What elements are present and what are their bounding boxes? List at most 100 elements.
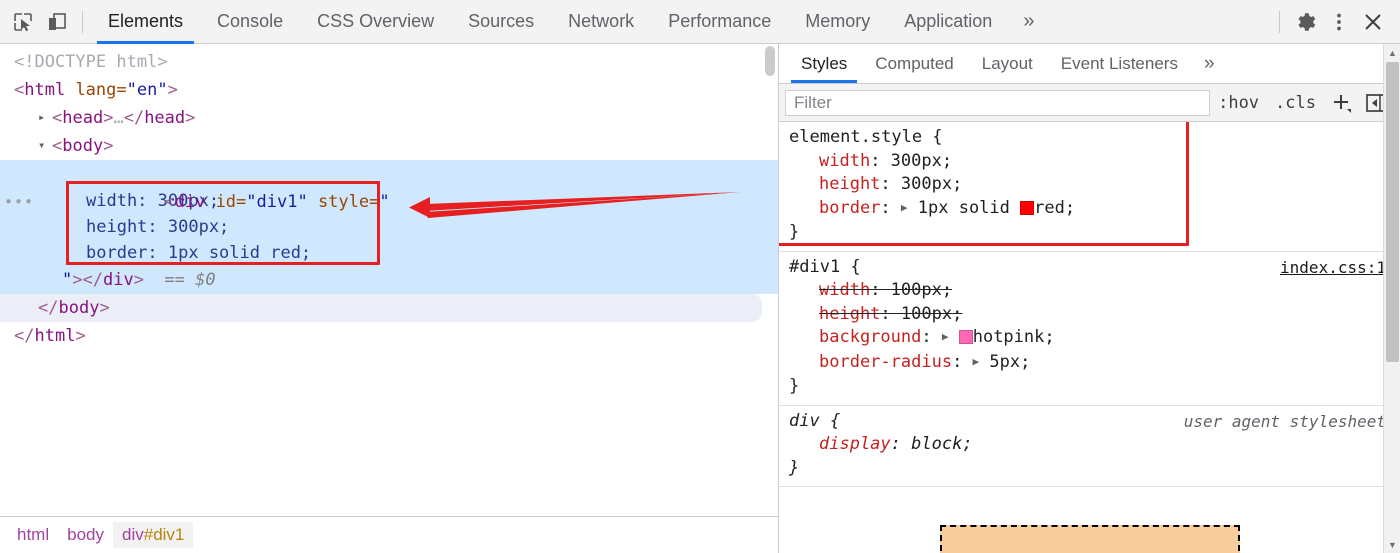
dom-node-body-open[interactable]: ▾ <body> <box>0 132 778 160</box>
rule-selector-element-style: element.style { <box>789 127 943 147</box>
decl-div1-width-overridden[interactable]: width: 100px; <box>789 279 1390 303</box>
device-toolbar-icon[interactable] <box>40 7 74 37</box>
breadcrumb-item-body[interactable]: body <box>58 522 113 548</box>
decl-div-display-value: block <box>911 434 963 454</box>
close-icon[interactable] <box>1356 7 1390 37</box>
breadcrumb-item-html-label: html <box>17 525 50 544</box>
dom-node-head[interactable]: ▸ <head>…</head> <box>0 104 778 132</box>
decl-div1-height-property: height <box>819 303 881 324</box>
tab-elements[interactable]: Elements <box>91 0 200 44</box>
tab-css-overview[interactable]: CSS Overview <box>300 0 451 44</box>
dom-node-html-close[interactable]: </html> <box>0 322 778 350</box>
gear-icon[interactable] <box>1288 7 1322 37</box>
div-style-attr-name: style= <box>307 192 380 212</box>
color-swatch-red[interactable] <box>1020 200 1035 215</box>
more-tabs-icon[interactable]: » <box>1009 0 1048 44</box>
new-style-rule-icon[interactable] <box>1324 92 1358 114</box>
expand-border-icon[interactable]: ▶ <box>901 196 908 220</box>
breadcrumb-item-html[interactable]: html <box>8 522 58 548</box>
hov-button-label: :hov <box>1218 92 1260 113</box>
scroll-down-arrow-icon[interactable]: ▼ <box>1384 536 1400 553</box>
rule-closer-div1: } <box>789 376 800 396</box>
dom-tree[interactable]: <!DOCTYPE html> <html lang="en"> ▸ <head>… <box>0 44 778 516</box>
tab-event-listeners[interactable]: Event Listeners <box>1047 44 1192 83</box>
styles-scrollbar[interactable]: ▲ ▼ <box>1383 44 1400 553</box>
expand-background-icon[interactable]: ▶ <box>942 325 949 349</box>
box-model-margin-box[interactable] <box>939 525 1240 553</box>
decl-div-display-property: display <box>819 434 891 454</box>
style-rule-div1[interactable]: #div1 { index.css:1 width: 100px; height… <box>779 252 1400 406</box>
decl-div1-width-value[interactable]: 100px <box>891 280 942 300</box>
decl-width-value[interactable]: 300px <box>891 151 942 171</box>
box-model-diagram <box>779 501 1400 553</box>
dom-scrollbar-thumb[interactable] <box>765 46 775 76</box>
tab-memory[interactable]: Memory <box>788 0 887 44</box>
dom-node-div1-close[interactable]: "></div> == $0 <box>0 266 778 294</box>
tab-application[interactable]: Application <box>887 0 1009 44</box>
decl-div1-background-value[interactable]: hotpink <box>973 327 1045 347</box>
tab-performance[interactable]: Performance <box>651 0 788 44</box>
html-lang-attr-name: lang= <box>65 80 127 100</box>
tab-css-overview-label: CSS Overview <box>317 11 435 31</box>
tab-network[interactable]: Network <box>551 0 651 44</box>
styles-tab-strip: Styles Computed Layout Event Listeners » <box>779 44 1400 84</box>
style-rule-div-user-agent[interactable]: div { user agent stylesheet display: blo… <box>779 406 1400 487</box>
style-rule-element-style[interactable]: element.style { width: 300px; height: 30… <box>779 122 1400 252</box>
user-agent-stylesheet-origin: user agent stylesheet <box>1183 411 1386 431</box>
rule-closer-element-style: } <box>789 222 800 242</box>
styles-pane: Styles Computed Layout Event Listeners »… <box>779 44 1400 553</box>
inspect-element-icon[interactable] <box>6 7 40 37</box>
decl-div1-background-property: background <box>819 327 922 347</box>
decl-height-value[interactable]: 300px <box>901 174 952 194</box>
dom-scrollbar[interactable] <box>762 44 778 553</box>
decl-div1-height-overridden[interactable]: height: 100px; <box>789 303 1390 327</box>
tab-computed[interactable]: Computed <box>861 44 967 83</box>
decl-div1-border-radius-property: border-radius <box>819 351 953 372</box>
dom-node-body-close[interactable]: </body> <box>0 294 762 322</box>
dom-node-div1-open[interactable]: ••• <div id="div1" style=" <box>0 160 778 212</box>
styles-scrollbar-thumb[interactable] <box>1386 62 1399 362</box>
styles-more-tabs-icon[interactable]: » <box>1192 44 1227 83</box>
decl-div1-height-value[interactable]: 100px <box>901 304 952 324</box>
tab-console-label: Console <box>217 11 284 31</box>
decl-div1-border-radius-value[interactable]: 5px <box>989 352 1020 372</box>
chevron-right-icon[interactable]: ▸ <box>38 103 52 131</box>
selected-node-marker: == $0 <box>143 270 216 290</box>
decl-border[interactable]: border: ▶ 1px solid red; <box>789 197 1390 222</box>
dom-node-html[interactable]: <html lang="en"> <box>0 76 778 104</box>
kebab-menu-icon[interactable] <box>1322 7 1356 37</box>
stylesheet-source-link[interactable]: index.css:1 <box>1280 256 1390 280</box>
decl-height[interactable]: height: 300px; <box>789 173 1390 197</box>
cls-button[interactable]: .cls <box>1267 93 1324 113</box>
styles-more-tabs-label: » <box>1203 52 1215 74</box>
styles-filter-row: :hov .cls <box>779 84 1400 122</box>
tab-computed-label: Computed <box>875 53 954 73</box>
rule-selector-row-div-ua: div { user agent stylesheet <box>789 410 1390 434</box>
chevron-down-icon[interactable]: ▾ <box>38 131 52 159</box>
rule-selector-row-div1: #div1 { index.css:1 <box>789 256 1390 280</box>
devtools-panels: <!DOCTYPE html> <html lang="en"> ▸ <head>… <box>0 44 1400 553</box>
color-swatch-hotpink[interactable] <box>958 330 973 344</box>
cls-button-label: .cls <box>1275 92 1316 113</box>
div-style-attr-open-quote: " <box>379 192 390 212</box>
decl-div1-background[interactable]: background: ▶ hotpink; <box>789 326 1390 351</box>
tab-styles[interactable]: Styles <box>787 44 861 83</box>
toolbar-divider <box>82 10 83 33</box>
tab-console[interactable]: Console <box>200 0 300 44</box>
node-badge-ellipsis[interactable]: ••• <box>4 188 34 216</box>
rule-selector-div1[interactable]: #div1 { <box>789 256 861 280</box>
breadcrumb: html body div#div1 <box>0 516 778 553</box>
decl-div1-border-radius[interactable]: border-radius: ▶ 5px; <box>789 351 1390 376</box>
tab-layout[interactable]: Layout <box>968 44 1047 83</box>
style-rules-list[interactable]: element.style { width: 300px; height: 30… <box>779 122 1400 553</box>
scroll-up-arrow-icon[interactable]: ▲ <box>1384 44 1400 61</box>
dom-node-doctype[interactable]: <!DOCTYPE html> <box>0 48 778 76</box>
filter-input[interactable] <box>785 89 1211 116</box>
decl-width[interactable]: width: 300px; <box>789 150 1390 174</box>
tab-sources[interactable]: Sources <box>451 0 551 44</box>
breadcrumb-item-div1[interactable]: div#div1 <box>113 522 194 548</box>
decl-width-property: width <box>819 150 871 171</box>
decl-border-color-keyword[interactable]: red <box>1034 198 1065 218</box>
hov-button[interactable]: :hov <box>1210 93 1267 113</box>
expand-border-radius-icon[interactable]: ▶ <box>973 350 980 374</box>
